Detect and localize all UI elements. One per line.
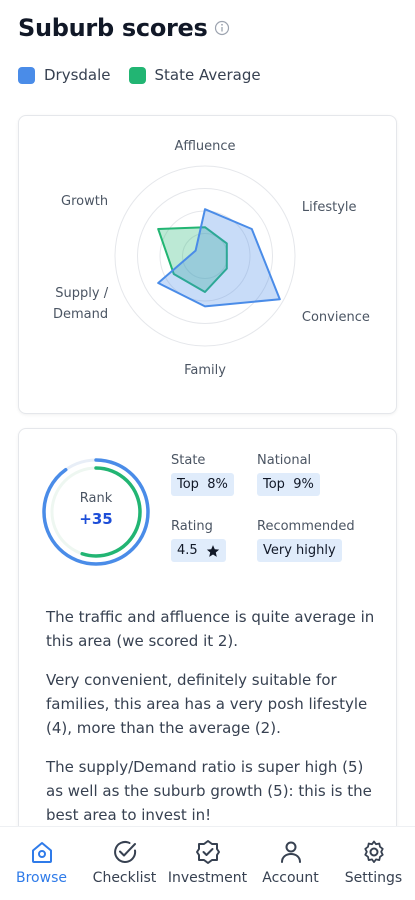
radar-axis-label: Family (184, 363, 226, 378)
home-icon (28, 837, 56, 867)
check-circle-icon (111, 837, 139, 867)
description-paragraph: Very convenient, definitely suitable for… (46, 671, 368, 737)
stat-state: State Top 8% (171, 453, 234, 496)
radar-axis-label: Lifestyle (302, 200, 357, 215)
gear-icon (360, 837, 388, 867)
stat-rating-label: Rating (171, 519, 213, 534)
radar-axis-label: Convience (302, 310, 370, 325)
stats-card: Rank +35 State Top 8% National Top 9% Ra… (18, 428, 397, 858)
legend-swatch-state-average (128, 66, 146, 84)
suburb-description: The traffic and affluence is quite avera… (46, 605, 378, 842)
radar-chart: Affluence Lifestyle Convience Family Supply … (53, 139, 370, 378)
stat-state-value: Top 8% (171, 473, 234, 496)
rank-label: Rank (79, 491, 113, 506)
legend-item-state-average: State Average (128, 66, 261, 84)
nav-label-account: Account (262, 870, 319, 886)
radar-chart-card: Affluence Lifestyle Convience Family Supply … (18, 115, 397, 414)
legend-item-drysdale: Drysdale (18, 66, 111, 84)
legend-swatch-drysdale (18, 66, 35, 84)
stat-national-value: Top 9% (257, 473, 320, 496)
stat-recommended-value: Very highly (257, 539, 342, 562)
rank-gauge: Rank +35 (41, 457, 151, 567)
stat-national: National Top 9% (257, 453, 320, 496)
nav-label-checklist: Checklist (92, 870, 157, 886)
user-icon (277, 837, 305, 867)
info-icon[interactable] (214, 20, 230, 36)
stat-recommended: Recommended Very highly (257, 519, 355, 562)
rank-value: +35 (79, 510, 113, 528)
legend-label-state-average: State Average (154, 66, 261, 84)
badge-check-icon (194, 837, 222, 867)
page-header: Suburb scores (18, 14, 230, 42)
bottom-nav: Browse Checklist Investment Account Sett… (0, 826, 415, 900)
stat-rating-value: 4.5 (177, 543, 198, 558)
nav-label-browse: Browse (16, 870, 67, 886)
radar-axis-label: Supply / Demand (53, 286, 109, 322)
nav-item-investment[interactable]: Investment (168, 837, 248, 900)
stat-rating: Rating 4.5 (171, 519, 226, 562)
nav-item-checklist[interactable]: Checklist (85, 837, 165, 900)
chart-legend: Drysdale State Average (18, 66, 279, 84)
page-title: Suburb scores (18, 14, 208, 42)
nav-item-settings[interactable]: Settings (334, 837, 414, 900)
description-paragraph: The traffic and affluence is quite avera… (46, 608, 375, 650)
nav-label-investment: Investment (167, 870, 248, 886)
nav-label-settings: Settings (344, 870, 403, 886)
stat-recommended-label: Recommended (257, 519, 355, 534)
nav-item-browse[interactable]: Browse (2, 837, 82, 900)
star-icon (206, 544, 220, 558)
legend-label-drysdale: Drysdale (44, 66, 111, 84)
radar-axis-label: Affluence (174, 139, 235, 154)
description-paragraph: The supply/Demand ratio is super high (5… (46, 758, 372, 824)
radar-axis-label: Growth (61, 194, 108, 209)
stat-national-label: National (257, 453, 312, 468)
stat-state-label: State (171, 453, 206, 468)
nav-item-account[interactable]: Account (251, 837, 331, 900)
stat-rating-pill: 4.5 (171, 539, 226, 562)
